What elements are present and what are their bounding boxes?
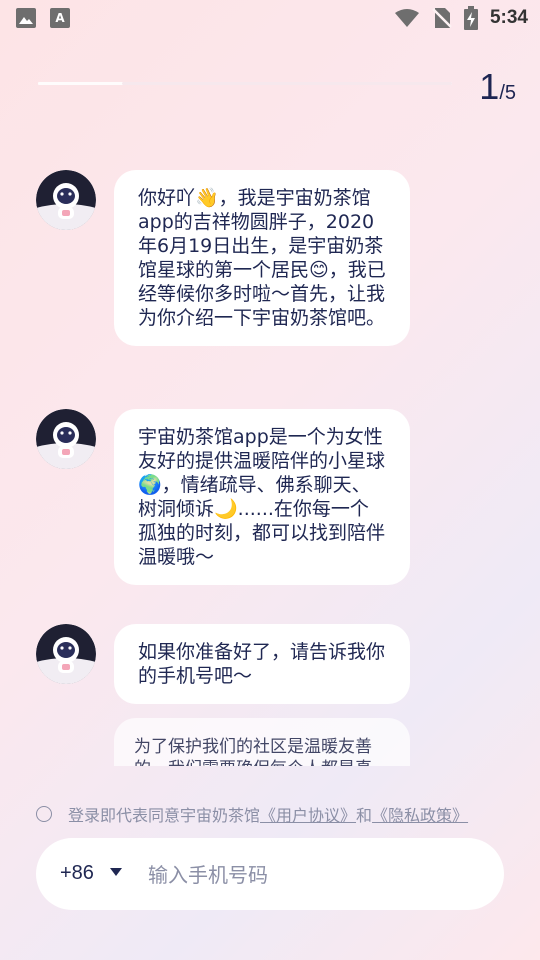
dropdown-caret-icon[interactable]	[110, 868, 122, 876]
country-code-selector[interactable]: +86	[60, 862, 94, 885]
page-total: /5	[499, 82, 516, 104]
status-time: 5:34	[489, 7, 528, 28]
phone-input-box: +86	[36, 838, 504, 910]
status-bar: A 5:34	[0, 0, 540, 36]
astronaut-avatar	[36, 409, 96, 469]
page-counter: 1/5	[479, 66, 516, 108]
chat-bubble: 你好吖👋，我是宇宙奶茶馆app的吉祥物圆胖子，2020年6月19日出生，是宇宙奶…	[114, 170, 410, 346]
astronaut-avatar	[36, 170, 96, 230]
user-agreement-link[interactable]: 《用户协议》	[260, 802, 356, 826]
text-a-icon: A	[50, 8, 70, 28]
agreement-and: 和	[356, 806, 373, 825]
progress-fill	[38, 82, 121, 85]
chat-area[interactable]: 你好吖👋，我是宇宙奶茶馆app的吉祥物圆胖子，2020年6月19日出生，是宇宙奶…	[0, 160, 540, 766]
wifi-icon	[394, 9, 419, 27]
agreement-text: 登录即代表同意宇宙奶茶馆	[68, 806, 261, 825]
chat-bubble: 如果你准备好了，请告诉我你的手机号吧～	[114, 624, 410, 704]
onboarding-progress-bar	[38, 82, 452, 85]
agreement-row: 登录即代表同意宇宙奶茶馆 《用户协议》 和 《隐私政策》	[36, 802, 468, 826]
agree-radio[interactable]	[36, 806, 52, 822]
image-icon	[16, 8, 36, 28]
chat-bubble: 宇宙奶茶馆app是一个为女性友好的提供温暖陪伴的小星球🌍，情绪疏导、佛系聊天、树…	[114, 409, 410, 585]
page-current: 1	[479, 66, 500, 107]
no-sim-icon	[432, 8, 452, 28]
astronaut-avatar	[36, 624, 96, 684]
battery-charging-icon	[463, 6, 478, 30]
chat-bubble: 为了保护我们的社区是温暖友善的，我们需要确保每个人都是真	[114, 718, 410, 766]
privacy-policy-link[interactable]: 《隐私政策》	[372, 802, 468, 826]
phone-number-input[interactable]	[146, 856, 480, 894]
